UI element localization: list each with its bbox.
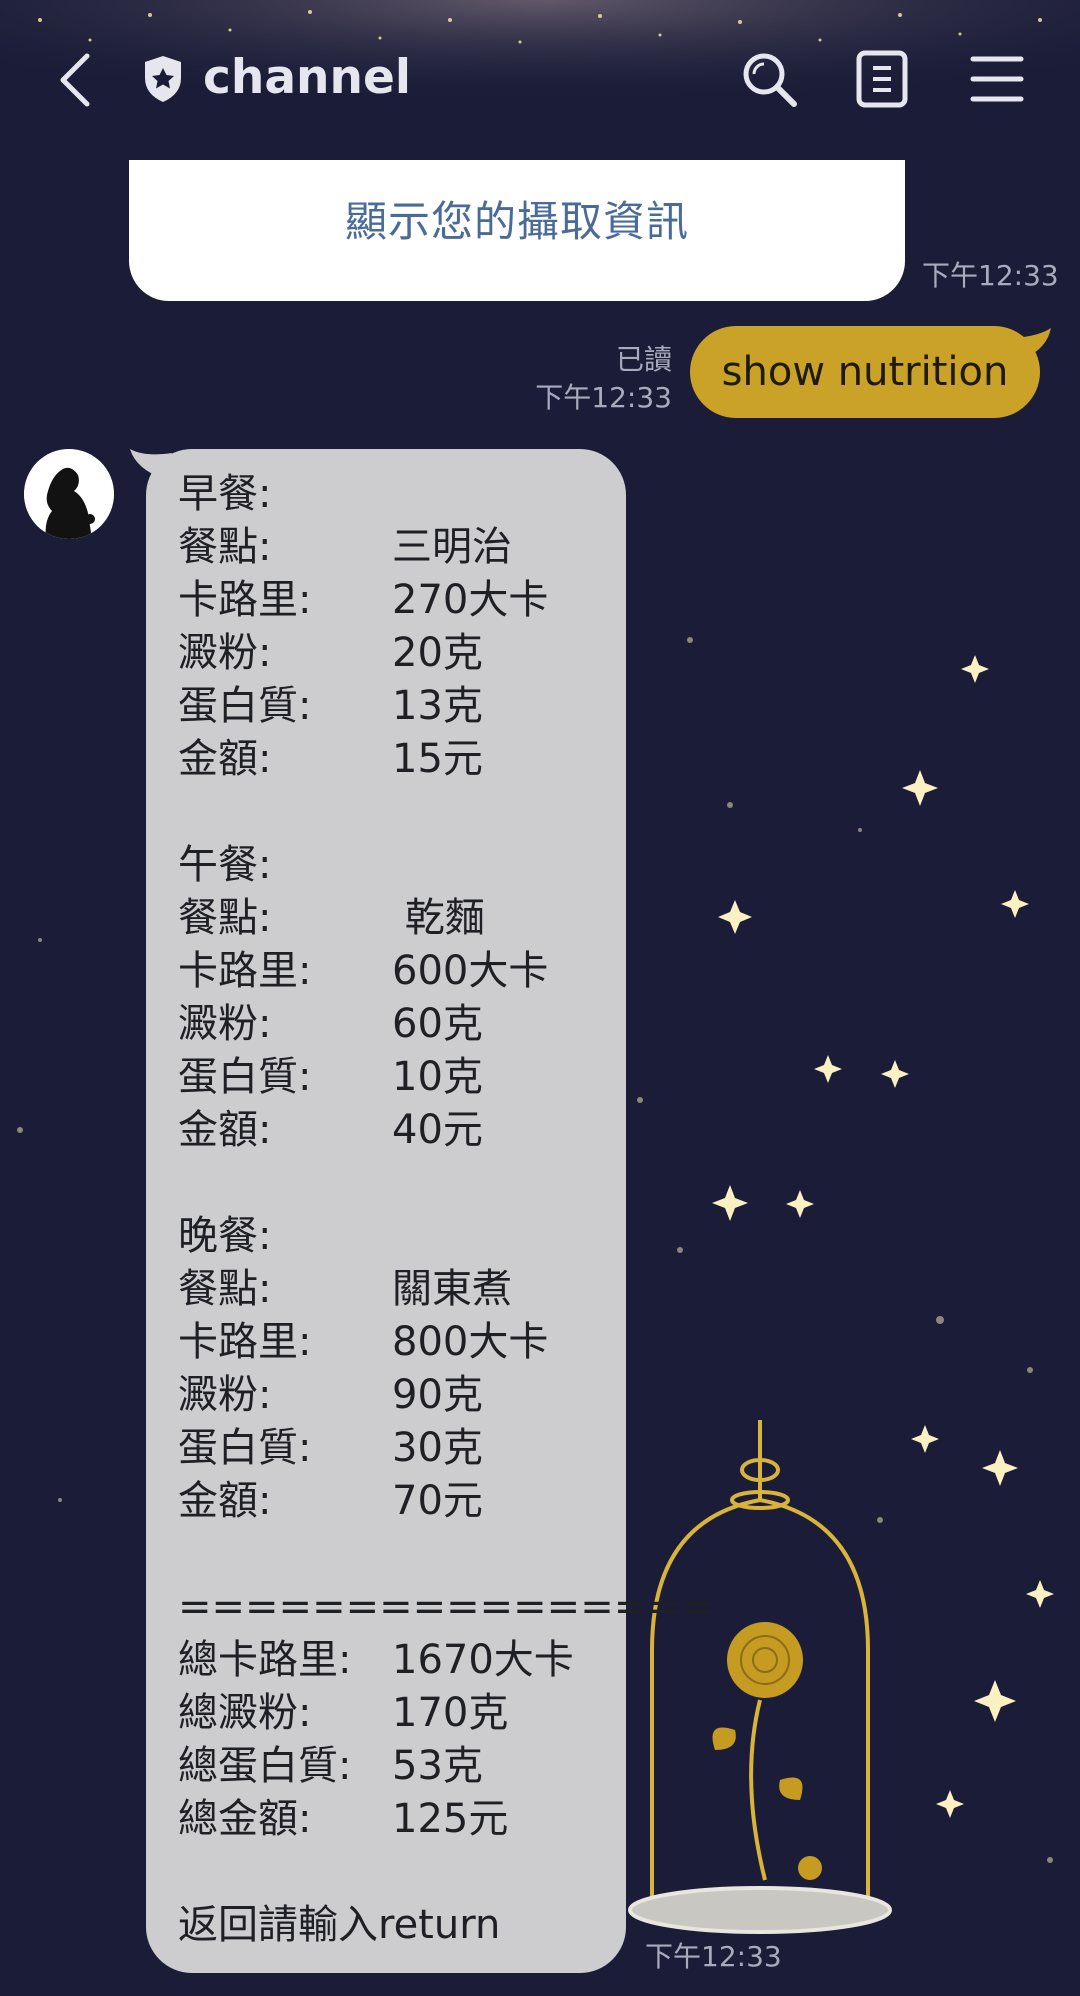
dinner-protein-row: 蛋白質: 30克 bbox=[178, 1422, 714, 1475]
row-value: 170克 bbox=[392, 1690, 509, 1736]
read-receipt: 已讀 bbox=[615, 343, 672, 376]
row-label: 卡路里: bbox=[178, 1319, 312, 1365]
message-card: 顯示您的攝取資訊 bbox=[129, 160, 905, 301]
lunch-starch-row: 澱粉: 60克 bbox=[178, 998, 714, 1051]
breakfast-heading: 早餐: bbox=[178, 471, 272, 517]
row-label: 總澱粉: bbox=[178, 1690, 312, 1736]
total-starch-row: 總澱粉: 170克 bbox=[178, 1687, 714, 1740]
row-value: 600大卡 bbox=[392, 948, 549, 994]
row-label: 金額: bbox=[178, 736, 272, 782]
search-icon[interactable] bbox=[740, 50, 798, 108]
row-value: 20克 bbox=[392, 630, 483, 676]
total-calories-row: 總卡路里: 1670大卡 bbox=[178, 1634, 714, 1687]
row-label: 澱粉: bbox=[178, 1001, 272, 1047]
breakfast-calories-row: 卡路里: 270大卡 bbox=[178, 574, 714, 627]
row-value: 三明治 bbox=[392, 524, 512, 570]
avatar[interactable] bbox=[24, 449, 114, 539]
row-label: 總卡路里: bbox=[178, 1637, 352, 1683]
row-value: 60克 bbox=[392, 1001, 483, 1047]
dinner-starch-row: 澱粉: 90克 bbox=[178, 1369, 714, 1422]
row-value: 30克 bbox=[392, 1425, 483, 1471]
row-value: 40元 bbox=[392, 1107, 483, 1153]
card-timestamp: 下午12:33 bbox=[922, 259, 1059, 292]
row-value: 90克 bbox=[392, 1372, 483, 1418]
breakfast-price-row: 金額: 15元 bbox=[178, 733, 714, 786]
breakfast-protein-row: 蛋白質: 13克 bbox=[178, 680, 714, 733]
row-label: 卡路里: bbox=[178, 577, 312, 623]
row-label: 澱粉: bbox=[178, 1372, 272, 1418]
row-value: 800大卡 bbox=[392, 1319, 549, 1365]
row-value: 10克 bbox=[392, 1054, 483, 1100]
row-label: 總金額: bbox=[178, 1796, 312, 1842]
row-label: 金額: bbox=[178, 1478, 272, 1524]
dinner-calories-row: 卡路里: 800大卡 bbox=[178, 1316, 714, 1369]
dinner-meal-row: 餐點: 關東煮 bbox=[178, 1263, 714, 1316]
row-value: 70元 bbox=[392, 1478, 483, 1524]
row-label: 蛋白質: bbox=[178, 1054, 312, 1100]
chat-header: channel bbox=[0, 0, 1080, 160]
row-label: 總蛋白質: bbox=[178, 1743, 352, 1789]
back-arrow-icon[interactable] bbox=[55, 50, 95, 110]
return-instruction: 返回請輸入return bbox=[178, 1902, 501, 1948]
row-label: 澱粉: bbox=[178, 630, 272, 676]
row-label: 卡路里: bbox=[178, 948, 312, 994]
breakfast-starch-row: 澱粉: 20克 bbox=[178, 627, 714, 680]
sent-timestamp: 下午12:33 bbox=[535, 381, 672, 414]
lunch-price-row: 金額: 40元 bbox=[178, 1104, 714, 1157]
notes-icon[interactable] bbox=[856, 50, 908, 108]
row-label: 金額: bbox=[178, 1107, 272, 1153]
lunch-heading: 午餐: bbox=[178, 842, 272, 888]
row-value: 270大卡 bbox=[392, 577, 549, 623]
nutrition-report-text: 早餐: 餐點: 三明治 卡路里: 270大卡 澱粉: 20克 蛋白質: 13克 金額: 1… bbox=[178, 468, 714, 1952]
sent-message-bubble[interactable]: show nutrition bbox=[690, 326, 1040, 418]
show-intake-button[interactable]: 顯示您的攝取資訊 bbox=[129, 188, 905, 249]
row-value: 乾麵 bbox=[392, 895, 485, 941]
dinner-heading: 晚餐: bbox=[178, 1213, 272, 1259]
reply-timestamp: 下午12:33 bbox=[645, 1940, 782, 1973]
menu-icon[interactable] bbox=[970, 54, 1024, 104]
breakfast-meal-row: 餐點: 三明治 bbox=[178, 521, 714, 574]
silhouette-icon bbox=[24, 449, 114, 539]
row-label: 蛋白質: bbox=[178, 1425, 312, 1471]
row-label: 餐點: bbox=[178, 895, 272, 941]
total-protein-row: 總蛋白質: 53克 bbox=[178, 1740, 714, 1793]
row-label: 餐點: bbox=[178, 1266, 272, 1312]
row-value: 125元 bbox=[392, 1796, 509, 1842]
row-value: 關東煮 bbox=[392, 1266, 512, 1312]
lunch-protein-row: 蛋白質: 10克 bbox=[178, 1051, 714, 1104]
shield-icon bbox=[145, 56, 181, 102]
lunch-calories-row: 卡路里: 600大卡 bbox=[178, 945, 714, 998]
row-label: 蛋白質: bbox=[178, 683, 312, 729]
lunch-meal-row: 餐點: 乾麵 bbox=[178, 892, 714, 945]
row-value: 53克 bbox=[392, 1743, 483, 1789]
row-value: 1670大卡 bbox=[392, 1637, 574, 1683]
divider-line: ================ bbox=[178, 1584, 715, 1630]
chat-title: channel bbox=[203, 50, 411, 105]
dinner-price-row: 金額: 70元 bbox=[178, 1475, 714, 1528]
row-value: 15元 bbox=[392, 736, 483, 782]
row-label: 餐點: bbox=[178, 524, 272, 570]
total-price-row: 總金額: 125元 bbox=[178, 1793, 714, 1846]
row-value: 13克 bbox=[392, 683, 483, 729]
